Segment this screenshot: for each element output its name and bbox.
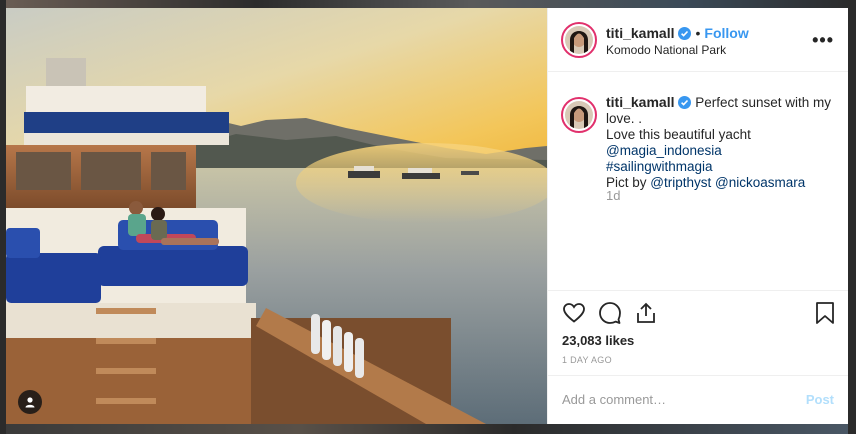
mention-link[interactable]: @tripthyst [650, 175, 711, 190]
bookmark-icon[interactable] [814, 301, 836, 325]
yacht-sunset-photo [6, 8, 547, 424]
header-separator: • [695, 25, 701, 41]
comment-bubble-icon[interactable] [598, 301, 622, 325]
post-timestamp: 1 DAY AGO [562, 355, 612, 365]
post-side-panel: titi_kamall • Follow Komodo National Park … [547, 8, 848, 424]
avatar-image [565, 26, 593, 54]
avatar-image [565, 101, 593, 129]
caption-avatar[interactable] [561, 97, 597, 133]
caption-line-2: Love this beautiful yacht [606, 127, 751, 142]
verified-badge-icon [678, 96, 692, 109]
share-icon[interactable] [634, 301, 658, 325]
verified-badge-icon [678, 27, 692, 40]
mention-link[interactable]: @magia_indonesia [606, 143, 722, 158]
header-username[interactable]: titi_kamall [606, 25, 674, 41]
post-comment-button[interactable]: Post [806, 392, 834, 407]
location-link[interactable]: Komodo National Park [606, 43, 726, 57]
user-tag-icon [25, 397, 35, 408]
heart-icon[interactable] [562, 301, 586, 325]
more-options-button[interactable]: ••• [812, 30, 834, 51]
comment-form: Post [548, 375, 848, 425]
post-header: titi_kamall • Follow Komodo National Park … [548, 8, 848, 72]
backdrop-right [848, 0, 856, 434]
post-photo[interactable] [6, 8, 547, 424]
backdrop-feed-bottom [0, 424, 856, 434]
comment-input[interactable] [562, 392, 782, 407]
backdrop-feed-top [0, 0, 856, 8]
post-actions: 23,083 likes 1 DAY AGO Post [548, 290, 848, 424]
follow-button[interactable]: Follow [704, 25, 748, 41]
mention-link[interactable]: @nickoasmara [715, 175, 805, 190]
caption-time-ago: 1d [606, 188, 621, 203]
likes-count[interactable]: 23,083 likes [562, 333, 634, 348]
post-modal: titi_kamall • Follow Komodo National Park … [6, 8, 848, 424]
hashtag-link[interactable]: #sailingwithmagia [606, 159, 713, 174]
tagged-users-button[interactable] [18, 390, 42, 414]
caption-area: titi_kamall Perfect sunset with my love.… [548, 72, 848, 290]
caption-username[interactable]: titi_kamall [606, 94, 674, 110]
caption-text: titi_kamall Perfect sunset with my love.… [606, 94, 832, 191]
header-avatar[interactable] [561, 22, 597, 58]
